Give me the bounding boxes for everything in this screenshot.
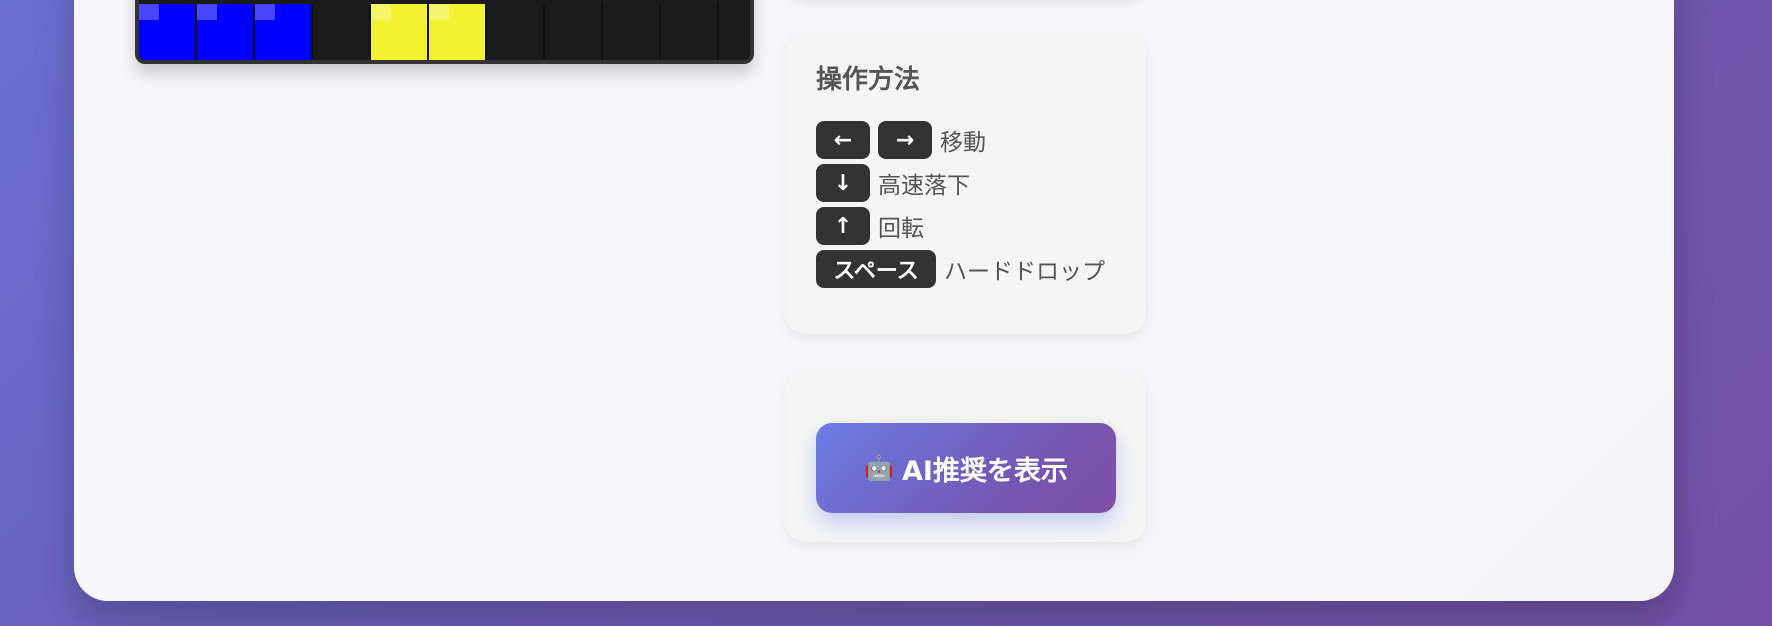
control-label-soft-drop: 高速落下 bbox=[878, 173, 970, 200]
control-row-hard-drop: スペース ハードドロップ bbox=[816, 249, 1116, 289]
controls-title: 操作方法 bbox=[816, 65, 921, 95]
board-cell-yellow bbox=[371, 4, 429, 60]
ai-recommend-label: AI推奨を表示 bbox=[901, 455, 1068, 487]
board-cell-empty bbox=[603, 4, 661, 60]
control-label-hard-drop: ハードドロップ bbox=[944, 259, 1105, 286]
board-cell-blue bbox=[139, 4, 197, 60]
board-cell-empty bbox=[661, 4, 719, 60]
board-cell-blue bbox=[255, 4, 313, 60]
board-cell-highlight bbox=[429, 4, 449, 20]
control-row-soft-drop: ↓ 高速落下 bbox=[816, 163, 1116, 203]
controls-panel: 操作方法 ← → 移動 ↓ 高速落下 ↑ 回転 スペース ハードドロップ bbox=[786, 33, 1146, 334]
robot-icon: 🤖 bbox=[864, 454, 894, 482]
control-label-move: 移動 bbox=[940, 130, 986, 157]
control-label-rotate: 回転 bbox=[878, 216, 924, 243]
ai-recommend-button[interactable]: 🤖 AI推奨を表示 bbox=[816, 423, 1116, 513]
board-cell-empty bbox=[313, 4, 371, 60]
board-cell-highlight bbox=[255, 4, 275, 20]
control-row-rotate: ↑ 回転 bbox=[816, 206, 1116, 246]
control-row-move: ← → 移動 bbox=[816, 120, 1116, 160]
main-card: 操作方法 ← → 移動 ↓ 高速落下 ↑ 回転 スペース ハードドロップ 🤖 A… bbox=[74, 0, 1674, 601]
space-key: スペース bbox=[816, 250, 936, 289]
down-arrow-key: ↓ bbox=[816, 164, 870, 203]
board-cell-empty bbox=[487, 4, 545, 60]
board-cell-empty bbox=[545, 4, 603, 60]
board-cell-highlight bbox=[197, 4, 217, 20]
right-arrow-key: → bbox=[878, 121, 932, 160]
ai-panel: 🤖 AI推奨を表示 bbox=[786, 371, 1146, 542]
left-arrow-key: ← bbox=[816, 121, 870, 160]
board-cell-highlight bbox=[139, 4, 159, 20]
board-cell-blue bbox=[197, 4, 255, 60]
board-cell-highlight bbox=[371, 4, 391, 20]
board-cell-yellow bbox=[429, 4, 487, 60]
up-arrow-key: ↑ bbox=[816, 207, 870, 246]
board-bottom-row bbox=[139, 4, 750, 60]
game-board bbox=[135, 0, 754, 64]
